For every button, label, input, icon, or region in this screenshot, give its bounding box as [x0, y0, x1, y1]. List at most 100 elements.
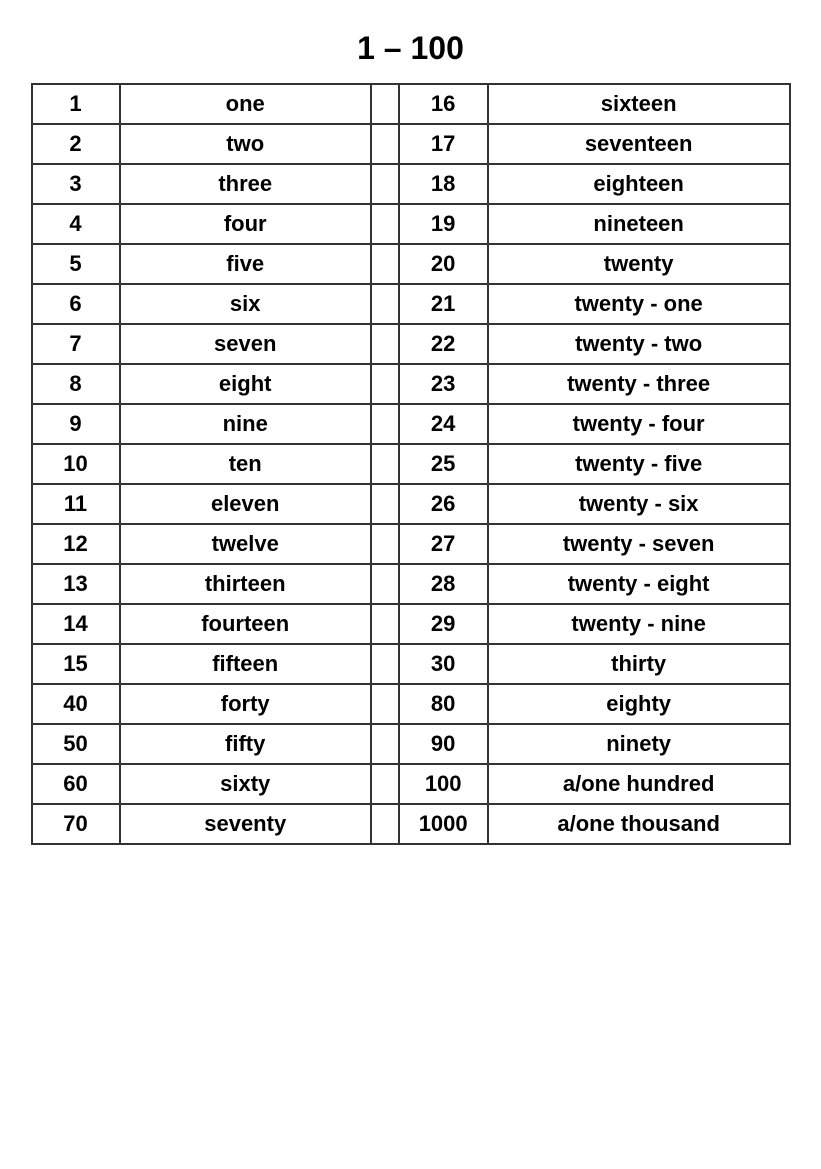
- word-right: twenty - two: [488, 324, 790, 364]
- divider-cell: [371, 724, 399, 764]
- divider-cell: [371, 164, 399, 204]
- number-left: 2: [32, 124, 120, 164]
- word-right: thirty: [488, 644, 790, 684]
- table-row: 70seventy 1000a/one thousand: [32, 804, 790, 844]
- divider-cell: [371, 244, 399, 284]
- number-right: 29: [399, 604, 488, 644]
- word-left: one: [120, 84, 371, 124]
- word-right: twenty - seven: [488, 524, 790, 564]
- word-right: twenty - one: [488, 284, 790, 324]
- number-left: 3: [32, 164, 120, 204]
- table-row: 10ten25twenty - five: [32, 444, 790, 484]
- number-right: 19: [399, 204, 488, 244]
- word-right: seventeen: [488, 124, 790, 164]
- number-right: 100: [399, 764, 488, 804]
- numbers-table: 1one16sixteen2two17seventeen3three18eigh…: [31, 83, 791, 845]
- word-right: a/one thousand: [488, 804, 790, 844]
- number-left: 10: [32, 444, 120, 484]
- word-left: nine: [120, 404, 371, 444]
- divider-cell: [371, 564, 399, 604]
- table-row: 7seven 22twenty - two: [32, 324, 790, 364]
- table-row: 12twelve27twenty - seven: [32, 524, 790, 564]
- word-right: twenty - six: [488, 484, 790, 524]
- table-row: 3three 18eighteen: [32, 164, 790, 204]
- number-left: 60: [32, 764, 120, 804]
- number-right: 28: [399, 564, 488, 604]
- word-left: sixty: [120, 764, 371, 804]
- word-right: eighteen: [488, 164, 790, 204]
- number-left: 14: [32, 604, 120, 644]
- table-row: 6six 21twenty - one: [32, 284, 790, 324]
- table-row: 14fourteen29twenty - nine: [32, 604, 790, 644]
- divider-cell: [371, 764, 399, 804]
- word-left: fifteen: [120, 644, 371, 684]
- number-left: 70: [32, 804, 120, 844]
- number-right: 30: [399, 644, 488, 684]
- number-left: 15: [32, 644, 120, 684]
- number-left: 40: [32, 684, 120, 724]
- word-left: seven: [120, 324, 371, 364]
- number-right: 25: [399, 444, 488, 484]
- word-right: twenty: [488, 244, 790, 284]
- word-left: eight: [120, 364, 371, 404]
- divider-cell: [371, 524, 399, 564]
- number-right: 27: [399, 524, 488, 564]
- number-left: 1: [32, 84, 120, 124]
- number-right: 23: [399, 364, 488, 404]
- word-right: a/one hundred: [488, 764, 790, 804]
- number-left: 9: [32, 404, 120, 444]
- divider-cell: [371, 324, 399, 364]
- word-right: twenty - eight: [488, 564, 790, 604]
- number-right: 20: [399, 244, 488, 284]
- number-right: 90: [399, 724, 488, 764]
- word-left: seventy: [120, 804, 371, 844]
- number-right: 18: [399, 164, 488, 204]
- number-left: 50: [32, 724, 120, 764]
- table-row: 11eleven26twenty - six: [32, 484, 790, 524]
- divider-cell: [371, 444, 399, 484]
- table-row: 5five 20twenty: [32, 244, 790, 284]
- table-row: 40forty 80eighty: [32, 684, 790, 724]
- word-right: twenty - four: [488, 404, 790, 444]
- word-left: five: [120, 244, 371, 284]
- divider-cell: [371, 684, 399, 724]
- divider-cell: [371, 644, 399, 684]
- table-row: 13thirteen28twenty - eight: [32, 564, 790, 604]
- table-row: 1one 16sixteen: [32, 84, 790, 124]
- word-left: three: [120, 164, 371, 204]
- divider-cell: [371, 484, 399, 524]
- divider-cell: [371, 604, 399, 644]
- table-row: 60sixty 100a/one hundred: [32, 764, 790, 804]
- table-row: 15fifteen 30thirty: [32, 644, 790, 684]
- number-left: 6: [32, 284, 120, 324]
- divider-cell: [371, 804, 399, 844]
- number-left: 12: [32, 524, 120, 564]
- word-left: fifty: [120, 724, 371, 764]
- word-right: sixteen: [488, 84, 790, 124]
- word-right: ninety: [488, 724, 790, 764]
- table-row: 2two17seventeen: [32, 124, 790, 164]
- page-title: 1 – 100: [357, 30, 464, 67]
- word-left: forty: [120, 684, 371, 724]
- number-right: 22: [399, 324, 488, 364]
- word-left: eleven: [120, 484, 371, 524]
- word-right: twenty - three: [488, 364, 790, 404]
- word-left: six: [120, 284, 371, 324]
- number-left: 5: [32, 244, 120, 284]
- divider-cell: [371, 404, 399, 444]
- divider-cell: [371, 364, 399, 404]
- table-row: 9nine 24twenty - four: [32, 404, 790, 444]
- word-right: twenty - five: [488, 444, 790, 484]
- number-right: 1000: [399, 804, 488, 844]
- divider-cell: [371, 284, 399, 324]
- number-right: 17: [399, 124, 488, 164]
- number-left: 7: [32, 324, 120, 364]
- number-right: 21: [399, 284, 488, 324]
- word-right: eighty: [488, 684, 790, 724]
- number-right: 16: [399, 84, 488, 124]
- table-row: 4four19nineteen: [32, 204, 790, 244]
- table-row: 50fifty 90ninety: [32, 724, 790, 764]
- word-right: nineteen: [488, 204, 790, 244]
- number-right: 80: [399, 684, 488, 724]
- number-right: 24: [399, 404, 488, 444]
